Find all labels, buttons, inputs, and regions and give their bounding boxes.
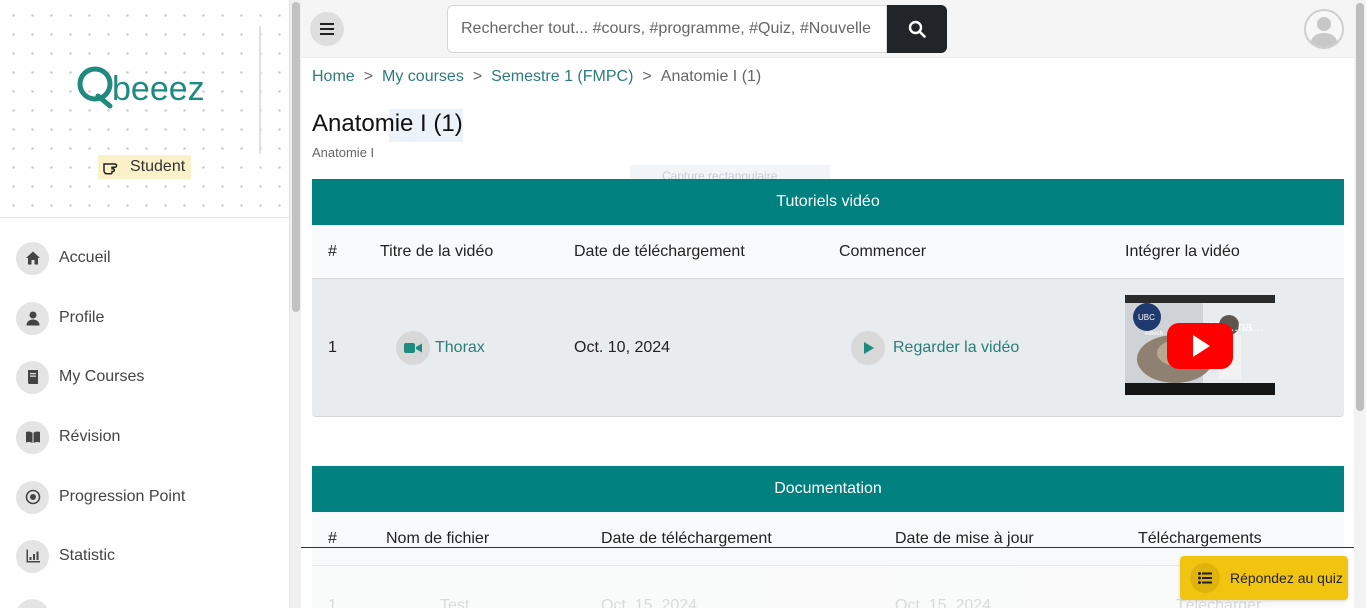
list-icon xyxy=(1190,563,1220,593)
sidebar-item-profile[interactable]: Profile xyxy=(16,301,104,335)
sidebar-item-label: Progression Point xyxy=(59,488,186,505)
logo-mark-icon: beeez xyxy=(77,66,205,109)
sidebar-item-label: Révision xyxy=(59,428,121,445)
play-icon xyxy=(851,331,885,365)
video-title-link[interactable]: Thorax xyxy=(396,331,485,365)
answer-quiz-label: Répondez au quiz xyxy=(1230,570,1343,586)
video-table-header: # Titre de la vidéo Date de téléchargeme… xyxy=(312,225,1344,279)
breadcrumb-current: Anatomie I (1) xyxy=(660,68,762,85)
breadcrumb-semester-link[interactable]: Semestre 1 (FMPC) xyxy=(491,68,633,86)
sidebar-item-more[interactable] xyxy=(16,598,49,608)
column-header-file-name: Nom de fichier xyxy=(386,530,490,547)
avatar[interactable] xyxy=(1304,9,1344,49)
column-header-downloads: Téléchargements xyxy=(1138,530,1262,547)
documentation-section-header: Documentation xyxy=(312,466,1344,512)
svg-text:UBC: UBC xyxy=(1138,313,1155,322)
column-header-update-date: Date de mise à jour xyxy=(895,530,1034,547)
sidebar-scrollbar[interactable] xyxy=(289,0,301,608)
column-header-number: # xyxy=(328,243,337,260)
logo-text: beeez xyxy=(112,70,205,108)
open-book-icon xyxy=(16,420,49,454)
embedded-video-thumbnail[interactable]: UBC edtech Ma...na... xyxy=(1125,295,1275,395)
sidebar-item-label: My Courses xyxy=(59,368,145,385)
home-icon xyxy=(16,241,49,275)
sidebar-item-label: Profile xyxy=(59,309,105,326)
user-icon xyxy=(16,301,49,335)
upload-date: Oct. 10, 2024 xyxy=(574,339,671,356)
brand-divider xyxy=(259,26,261,154)
video-camera-icon xyxy=(396,331,430,365)
column-header-embed: Intégrer la vidéo xyxy=(1125,243,1240,260)
upload-date: Oct. 15, 2024 xyxy=(601,597,698,608)
page-subtitle: Anatomie I xyxy=(312,145,375,160)
sidebar-item-my-courses[interactable]: My Courses xyxy=(16,360,144,394)
main-scrollbar-thumb[interactable] xyxy=(1356,3,1364,411)
bar-chart-icon xyxy=(16,539,49,573)
sidebar-item-label: Accueil xyxy=(59,249,111,266)
row-number: 1 xyxy=(328,597,337,608)
watch-video-button[interactable]: Regarder la vidéo xyxy=(851,331,1019,365)
role-badge: Student xyxy=(98,155,192,179)
sidebar-item-progression-point[interactable]: Progression Point xyxy=(16,480,185,514)
sidebar-item-label: Statistic xyxy=(59,547,116,564)
search-box xyxy=(447,5,887,53)
video-tutorials-table: Tutoriels vidéo # Titre de la vidéo Date… xyxy=(312,179,1344,417)
update-date: Oct. 15, 2024 xyxy=(895,597,992,608)
watch-video-label: Regarder la vidéo xyxy=(893,339,1020,356)
main-scrollbar[interactable] xyxy=(1354,0,1366,608)
hamburger-icon xyxy=(320,23,334,35)
more-icon xyxy=(16,598,49,608)
fold-divider xyxy=(301,547,1354,548)
search-button[interactable] xyxy=(887,5,947,53)
answer-quiz-button[interactable]: Répondez au quiz xyxy=(1180,556,1348,600)
breadcrumb-separator: > xyxy=(363,68,374,85)
video-thumbnail-image: UBC edtech Ma...na... xyxy=(1125,295,1275,395)
documentation-table: Documentation xyxy=(312,466,1344,566)
breadcrumb-separator: > xyxy=(642,68,652,85)
breadcrumb: Home > My courses > Semestre 1 (FMPC) > … xyxy=(312,68,761,86)
default-avatar-icon xyxy=(1310,17,1338,47)
row-number: 1 xyxy=(328,339,337,356)
breadcrumb-home-link[interactable]: Home xyxy=(312,68,355,86)
sidebar-item-revision[interactable]: Révision xyxy=(16,420,120,454)
column-header-number: # xyxy=(328,530,337,547)
menu-toggle-button[interactable] xyxy=(310,12,344,46)
column-header-video-title: Titre de la vidéo xyxy=(380,243,494,260)
column-header-start: Commencer xyxy=(839,243,927,260)
target-icon xyxy=(16,480,49,514)
app-window: beeez Student Accueil Profile My Courses… xyxy=(0,0,1366,608)
search-input[interactable] xyxy=(461,20,876,38)
table-row: 1 Thorax Oct. 10, 2024 Regarder la vidéo xyxy=(312,279,1344,417)
sidebar-item-accueil[interactable]: Accueil xyxy=(16,241,111,275)
column-header-upload-date: Date de téléchargement xyxy=(601,530,772,547)
role-label: Student xyxy=(130,158,186,175)
breadcrumb-separator: > xyxy=(472,68,483,85)
breadcrumb-my-courses-link[interactable]: My courses xyxy=(382,68,464,86)
sidebar-scrollbar-thumb[interactable] xyxy=(292,2,300,312)
video-section-header: Tutoriels vidéo xyxy=(312,179,1344,225)
page-title: Anatomie I (1) xyxy=(312,110,463,137)
file-name-link[interactable]: Test xyxy=(440,597,469,608)
book-icon xyxy=(16,360,49,394)
topbar xyxy=(301,0,1354,58)
sidebar-item-statistic[interactable]: Statistic xyxy=(16,539,115,573)
video-title: Thorax xyxy=(435,339,485,356)
pointing-hand-icon xyxy=(103,163,118,175)
search-icon xyxy=(908,20,926,38)
logo[interactable]: beeez xyxy=(76,62,218,118)
brand-panel: beeez Student xyxy=(0,0,290,218)
svg-text:edtech: edtech xyxy=(1145,331,1163,337)
column-header-upload-date: Date de téléchargement xyxy=(574,243,745,260)
sidebar: beeez Student Accueil Profile My Courses… xyxy=(0,0,290,608)
